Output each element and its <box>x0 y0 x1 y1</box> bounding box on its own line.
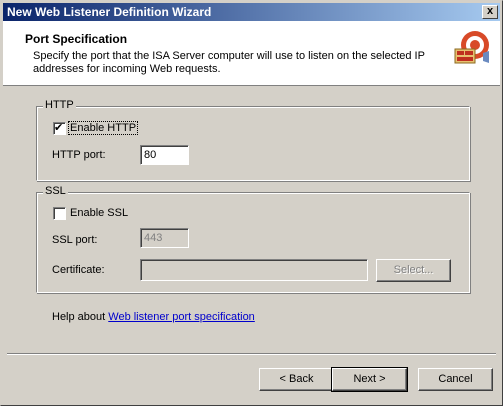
http-port-label: HTTP port: <box>52 149 106 161</box>
close-icon: x <box>486 5 494 17</box>
window-title: New Web Listener Definition Wizard <box>7 5 212 19</box>
enable-http-label[interactable]: Enable HTTP <box>67 121 139 135</box>
certificate-input[interactable] <box>140 259 368 281</box>
select-certificate-button[interactable]: Select... <box>376 259 451 282</box>
help-text: Help about Web listener port specificati… <box>52 311 255 323</box>
wizard-window: New Web Listener Definition Wizard x Por… <box>0 0 503 406</box>
ssl-port-input[interactable]: 443 <box>140 228 189 248</box>
enable-ssl-label[interactable]: Enable SSL <box>70 207 128 219</box>
enable-ssl-checkbox[interactable] <box>53 207 66 220</box>
cancel-button[interactable]: Cancel <box>418 368 493 391</box>
page-title: Port Specification <box>25 32 128 46</box>
bottom-separator <box>7 353 496 355</box>
isa-server-logo-icon <box>454 31 489 64</box>
next-button[interactable]: Next > <box>331 367 408 392</box>
http-group-legend: HTTP <box>43 99 76 111</box>
ssl-group-legend: SSL <box>43 185 68 197</box>
ssl-port-label: SSL port: <box>52 234 98 246</box>
title-bar[interactable]: New Web Listener Definition Wizard x <box>3 3 500 21</box>
http-port-input[interactable]: 80 <box>140 145 189 165</box>
http-group <box>36 106 470 181</box>
page-description: Specify the port that the ISA Server com… <box>33 50 425 75</box>
enable-http-checkbox[interactable] <box>53 121 66 135</box>
help-link[interactable]: Web listener port specification <box>108 311 255 323</box>
close-button[interactable]: x <box>482 5 498 19</box>
certificate-label: Certificate: <box>52 264 105 276</box>
enable-http-label-text: Enable HTTP <box>67 121 139 135</box>
back-button[interactable]: < Back <box>259 368 334 391</box>
help-prefix: Help about <box>52 311 109 323</box>
wizard-header: Port Specification Specify the port that… <box>3 21 500 86</box>
